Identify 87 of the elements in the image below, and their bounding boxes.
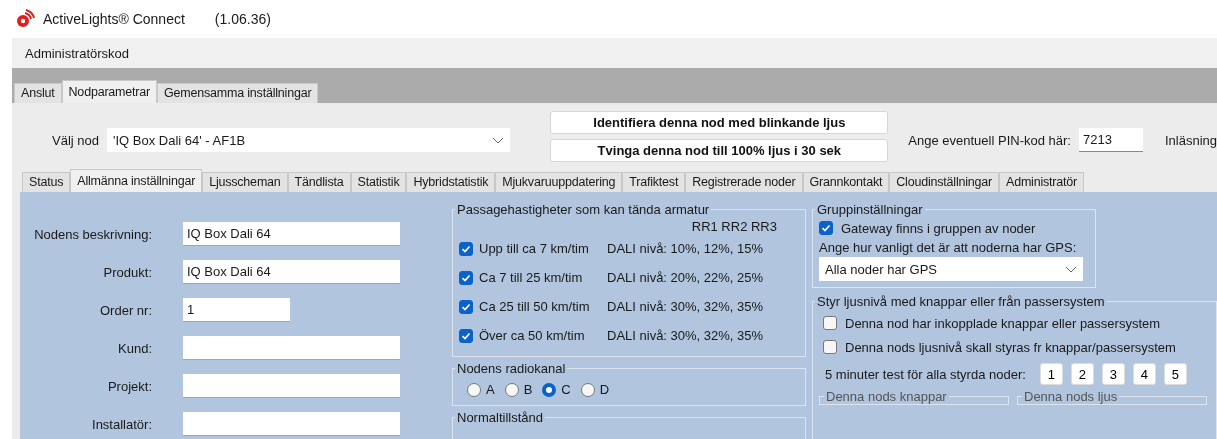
tab[interactable]: Allmänna inställningar [70, 169, 203, 192]
tab[interactable]: Nodparametrar [61, 80, 157, 103]
radio-button[interactable] [542, 382, 557, 397]
tab[interactable]: Administratör [999, 172, 1085, 192]
window-title: ActiveLights® Connect [43, 11, 185, 27]
checkbox-label: Över ca 50 km/tim [479, 328, 586, 343]
test-button[interactable]: 1 [1039, 363, 1063, 385]
checkbox-label: Ca 7 till 25 km/tim [479, 270, 584, 285]
dali-levels: DALI nivå: 30%, 32%, 35% [607, 299, 764, 314]
gps-label: Ange hur vanligt det är att noderna har GPS: [819, 239, 1077, 255]
field-label: Installatör: [91, 416, 152, 432]
load-label: Inläsning [1164, 132, 1217, 148]
field-label: Projekt: [106, 378, 152, 394]
tab[interactable]: Ljusscheman [202, 172, 288, 192]
node-label: Välj nod [52, 132, 99, 148]
column-header: RR1 RR2 RR3 [690, 219, 778, 234]
action-button[interactable]: Tvinga denna nod till 100% ljus i 30 sek [550, 139, 889, 162]
radio-label: A [486, 382, 495, 397]
tab[interactable]: Statistik [350, 172, 407, 192]
checkbox-label: Denna nod har inkopplade knappar eller passersystem [845, 315, 1161, 331]
test-button[interactable]: 3 [1101, 363, 1125, 385]
input-field[interactable] [183, 412, 400, 436]
dali-levels: DALI nivå: 30%, 32%, 35% [607, 328, 764, 343]
dali-levels: DALI nivå: 20%, 22%, 25% [607, 270, 764, 285]
group-title: Passagehastigheter som kan tända armatur [456, 202, 711, 217]
checkbox[interactable] [823, 340, 837, 354]
version-label: (1.06.36) [214, 11, 271, 27]
radio-label: C [561, 382, 571, 397]
tab[interactable]: Trafiktest [622, 172, 686, 192]
checkbox[interactable] [459, 241, 473, 256]
check-icon [821, 223, 831, 233]
check-icon [461, 243, 471, 254]
test-button[interactable]: 2 [1070, 363, 1094, 385]
checkbox-label: Gateway finns i gruppen av noder [841, 220, 1036, 236]
check-icon [461, 330, 471, 341]
group-title: Normaltillstånd [456, 410, 544, 425]
pin-field[interactable]: 7213 [1078, 128, 1143, 152]
group-title: Gruppinställningar [816, 202, 924, 217]
checkbox[interactable] [823, 316, 837, 330]
radio-label: D [599, 382, 610, 397]
app-logo-icon [15, 9, 35, 29]
radio-label: B [523, 382, 533, 397]
field-label: Produkt: [102, 264, 152, 280]
check-icon [461, 272, 471, 283]
checkbox-label: Upp till ca 7 km/tim [479, 241, 590, 256]
input-field[interactable]: 1 [183, 298, 290, 322]
tab[interactable]: Anslut [14, 83, 62, 103]
test-button[interactable]: 5 [1163, 363, 1187, 385]
gps-dropdown[interactable]: Alla noder har GPS [819, 257, 1083, 281]
checkbox[interactable] [459, 328, 473, 343]
test-button[interactable]: 4 [1132, 363, 1156, 385]
tab[interactable]: Gemensamma inställningar [157, 83, 319, 103]
tab[interactable]: Tändlista [287, 172, 351, 192]
checkbox[interactable] [459, 299, 473, 314]
tab[interactable]: Hybridstatistik [406, 172, 496, 192]
group-title: Denna nods ljus [1023, 389, 1119, 404]
radio-button[interactable] [504, 382, 519, 397]
group-title: Nodens radiokanal [456, 361, 567, 376]
input-field[interactable] [183, 336, 400, 360]
radio-button[interactable] [580, 382, 595, 397]
test-label: 5 minuter test för alla styrda noder: [825, 366, 1026, 382]
group-title: Styr ljusnivå med knappar eller från passersystem [816, 294, 1106, 309]
tab[interactable]: Cloudinställningar [889, 172, 999, 192]
radio-button[interactable] [467, 382, 481, 397]
pin-label: Ange eventuell PIN-kod här: [908, 132, 1071, 148]
chevron-down-icon [492, 136, 504, 144]
checkbox[interactable] [819, 221, 833, 235]
input-field[interactable]: IQ Box Dali 64 [183, 260, 400, 284]
check-icon [461, 301, 471, 312]
field-label: Order nr: [99, 302, 152, 318]
tab[interactable]: Mjukvaruuppdatering [495, 172, 623, 192]
dali-levels: DALI nivå: 10%, 12%, 15% [607, 241, 764, 256]
tab[interactable]: Registrerade noder [685, 172, 803, 192]
tab[interactable]: Status [22, 172, 71, 192]
checkbox[interactable] [459, 270, 473, 285]
field-label: Nodens beskrivning: [33, 226, 152, 242]
action-button[interactable]: Identifiera denna nod med blinkande ljus [550, 111, 889, 134]
input-field[interactable] [183, 374, 400, 398]
checkbox-label: Denna nods ljusnivå skall styras fr knappar/passersystem [845, 339, 1176, 355]
field-label: Kund: [117, 340, 152, 356]
menu-item[interactable]: Administratörskod [25, 45, 130, 61]
input-field[interactable]: IQ Box Dali 64 [183, 222, 400, 246]
group-title: Denna nods knappar [825, 389, 948, 404]
chevron-down-icon [1065, 265, 1077, 273]
checkbox-label: Ca 25 till 50 km/tim [479, 299, 591, 314]
tab[interactable]: Grannkontakt [802, 172, 890, 192]
node-dropdown[interactable]: 'IQ Box Dali 64' - AF1B [107, 128, 510, 152]
